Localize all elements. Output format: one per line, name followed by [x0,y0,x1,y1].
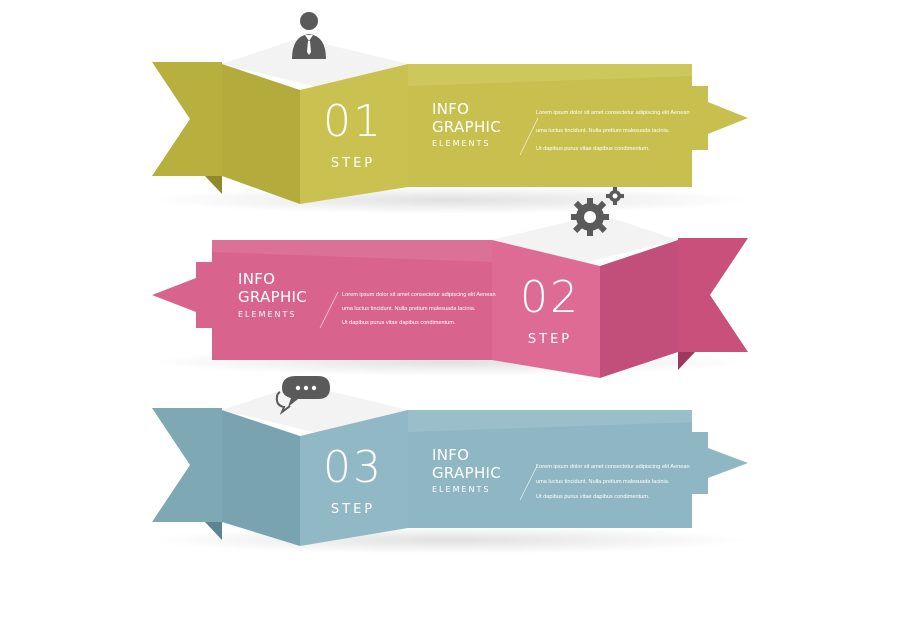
step-1-cube-left [222,64,300,204]
step-1-title-line2: GRAPHIC [432,118,502,136]
step-2-number: 02 [520,272,580,323]
step-2-title-line1: INFO [238,270,276,288]
step-2-body-line3: Ut dapibus purus vitae dapibus condiment… [342,320,456,326]
step-1-body-line3: Ut dapibus purus vitae dapibus condiment… [536,146,650,152]
step-3-body-line1: Lorem ipsum dolor sit amet consectetur a… [536,464,690,470]
step-3-number: 03 [323,442,383,493]
step-3-body-line3: Ut dapibus purus vitae dapibus condiment… [536,494,650,500]
step-1-body-line1: Lorem ipsum dolor sit amet consectetur a… [536,110,690,116]
infographic-steps: 01 STEP INFO GRAPHIC ELEMENTS Lorem ipsu… [0,0,900,620]
step-1-label: STEP [330,156,376,171]
step-2-title-line2: GRAPHIC [238,288,308,306]
step-1-subtitle: ELEMENTS [432,139,491,148]
step-3-cube-left [222,410,300,546]
step-3-title-line1: INFO [432,446,470,464]
step-2-subtitle: ELEMENTS [238,310,297,319]
step-1-body-line2: uma luctus tincidunt. Nulla pretium male… [536,128,670,134]
step-3-subtitle: ELEMENTS [432,485,491,494]
step-2-body-line2: uma luctus tincidunt. Nulla pretium male… [342,306,476,312]
step-3-title-line2: GRAPHIC [432,464,502,482]
step-2-label: STEP [527,332,573,347]
step-3-body-line2: uma luctus tincidunt. Nulla pretium male… [536,479,670,485]
step-2-body-line1: Lorem ipsum dolor sit amet consectetur a… [342,292,496,298]
person-icon [292,12,326,59]
step-1-number: 01 [323,96,383,147]
step-3-label: STEP [330,502,376,517]
step-1-title-line1: INFO [432,100,470,118]
